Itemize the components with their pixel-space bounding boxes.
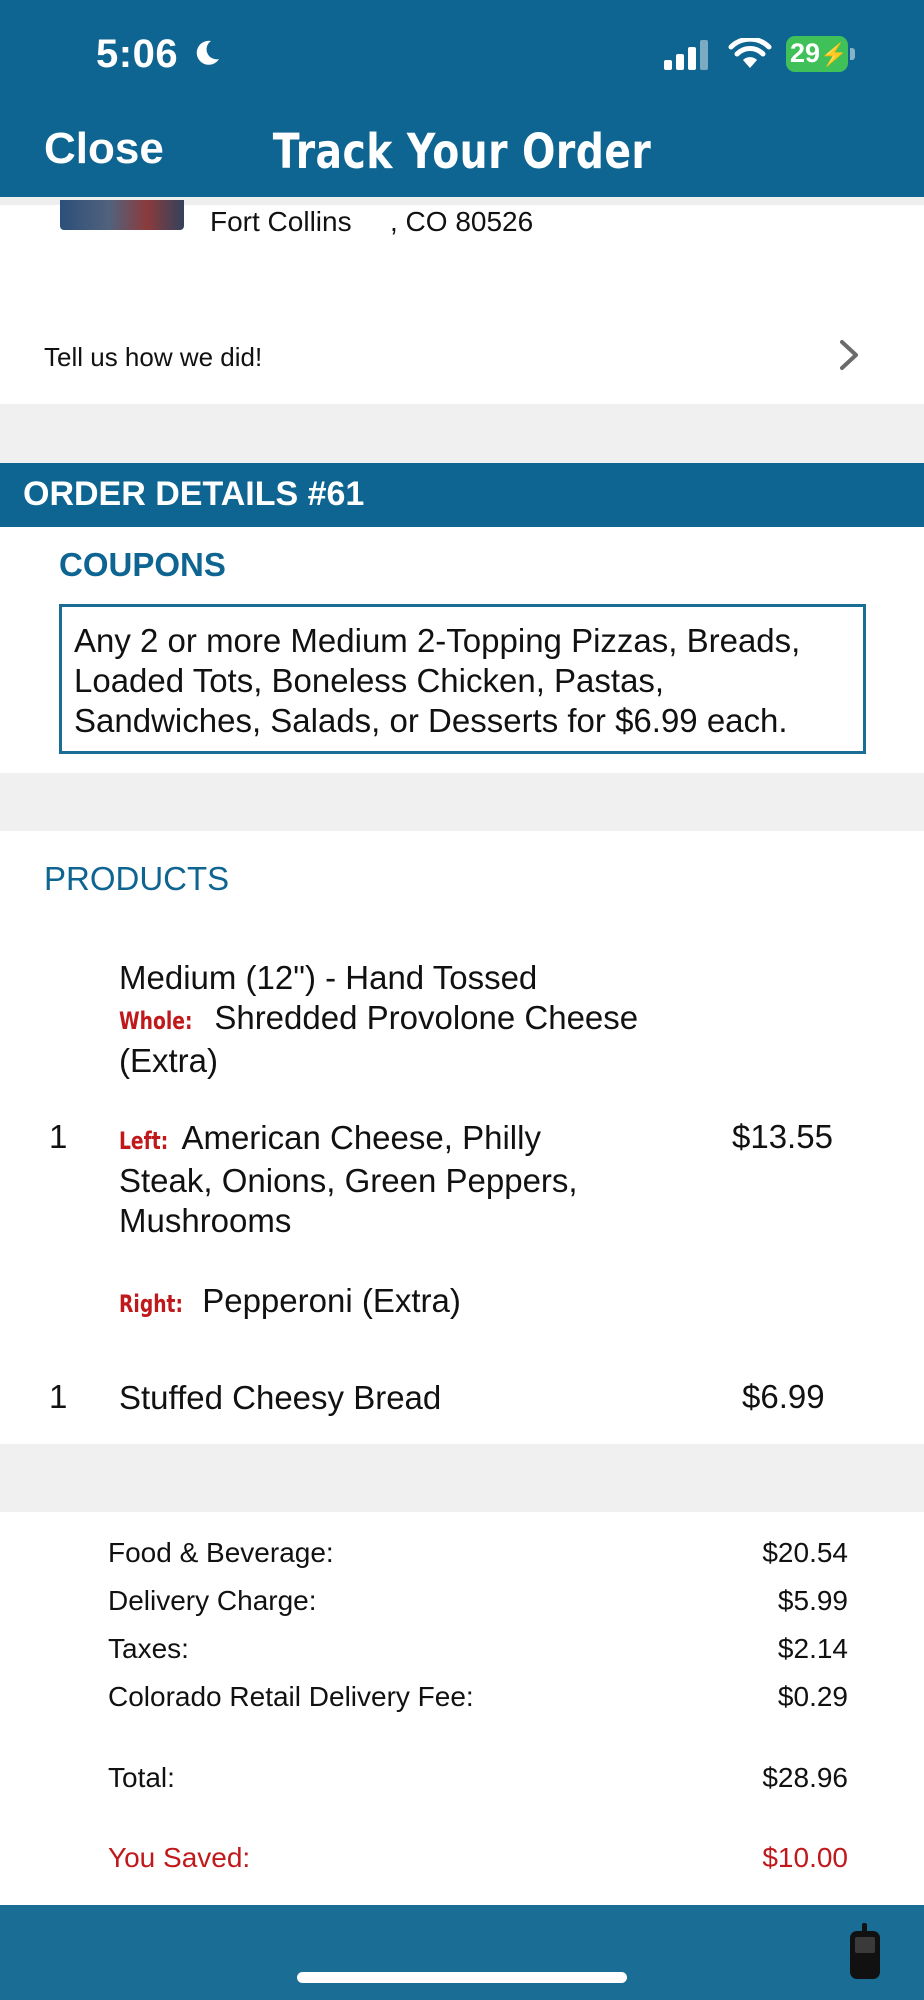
you-saved-label: You Saved:	[108, 1842, 251, 1873]
delivery-fee-value: $0.29	[777, 1681, 848, 1712]
product-1-left: Left: American Cheese, Philly Steak, Oni…	[119, 1119, 578, 1239]
battery-level: 29⚡	[790, 38, 848, 68]
taxes-label: Taxes:	[108, 1633, 189, 1664]
coupons-heading: COUPONS	[59, 546, 226, 583]
chevron-right-icon	[840, 340, 858, 370]
total-value: $28.96	[762, 1762, 848, 1793]
nav-bar: Close Track Your Order	[0, 110, 924, 197]
coupon-box: Any 2 or more Medium 2-Topping Pizzas, B…	[59, 604, 866, 754]
taxes-value: $2.14	[777, 1633, 848, 1664]
whole-tag: Whole:	[119, 1007, 193, 1035]
product-1-qty: 1	[49, 1118, 68, 1155]
home-indicator	[297, 1972, 627, 1983]
status-time: 5:06	[96, 32, 179, 76]
delivery-charge-value: $5.99	[777, 1585, 848, 1616]
app-header: 5:06 29⚡ Close Track Your Order	[0, 0, 924, 197]
left-tag: Left:	[119, 1127, 169, 1155]
section-gap	[0, 773, 924, 831]
phone-icon[interactable]	[848, 1923, 882, 1981]
store-state-zip: , CO 80526	[390, 206, 534, 237]
you-saved-value: $10.00	[762, 1842, 848, 1873]
moon-icon	[196, 40, 219, 65]
product-1-right: Right: Pepperoni (Extra)	[119, 1281, 679, 1324]
right-tag: Right:	[119, 1290, 183, 1318]
section-gap	[0, 1444, 924, 1512]
battery-icon: 29⚡	[786, 36, 856, 72]
section-gap	[0, 404, 924, 463]
order-details-title: ORDER DETAILS #61	[23, 475, 365, 513]
store-image	[60, 200, 184, 230]
order-details-bar: ORDER DETAILS #61	[0, 463, 924, 527]
wifi-icon	[728, 38, 772, 68]
feedback-row[interactable]: Tell us how we did!	[0, 320, 924, 392]
delivery-fee-label: Colorado Retail Delivery Fee:	[108, 1681, 474, 1712]
product-1-name: Medium (12") - Hand Tossed	[119, 959, 538, 996]
product-2-price: $6.99	[742, 1378, 825, 1415]
store-city: Fort Collins	[210, 206, 352, 237]
page-title: Track Your Order	[272, 124, 652, 180]
products-heading: PRODUCTS	[44, 860, 230, 897]
product-1-details: Medium (12") - Hand Tossed Whole: Shredd…	[119, 958, 679, 1081]
food-beverage-value: $20.54	[762, 1537, 848, 1568]
bottom-bar	[0, 1905, 924, 2000]
total-label: Total:	[108, 1762, 175, 1793]
food-beverage-label: Food & Beverage:	[108, 1537, 334, 1568]
feedback-label: Tell us how we did!	[44, 342, 263, 372]
status-bar: 5:06 29⚡	[0, 0, 924, 110]
product-2-qty: 1	[49, 1378, 68, 1415]
product-1-price: $13.55	[732, 1118, 833, 1155]
product-2-name: Stuffed Cheesy Bread	[119, 1379, 442, 1416]
delivery-charge-label: Delivery Charge:	[108, 1585, 317, 1616]
signal-icon	[664, 40, 708, 70]
product-1-whole: Whole: Shredded Provolone Cheese (Extra)	[119, 999, 639, 1079]
